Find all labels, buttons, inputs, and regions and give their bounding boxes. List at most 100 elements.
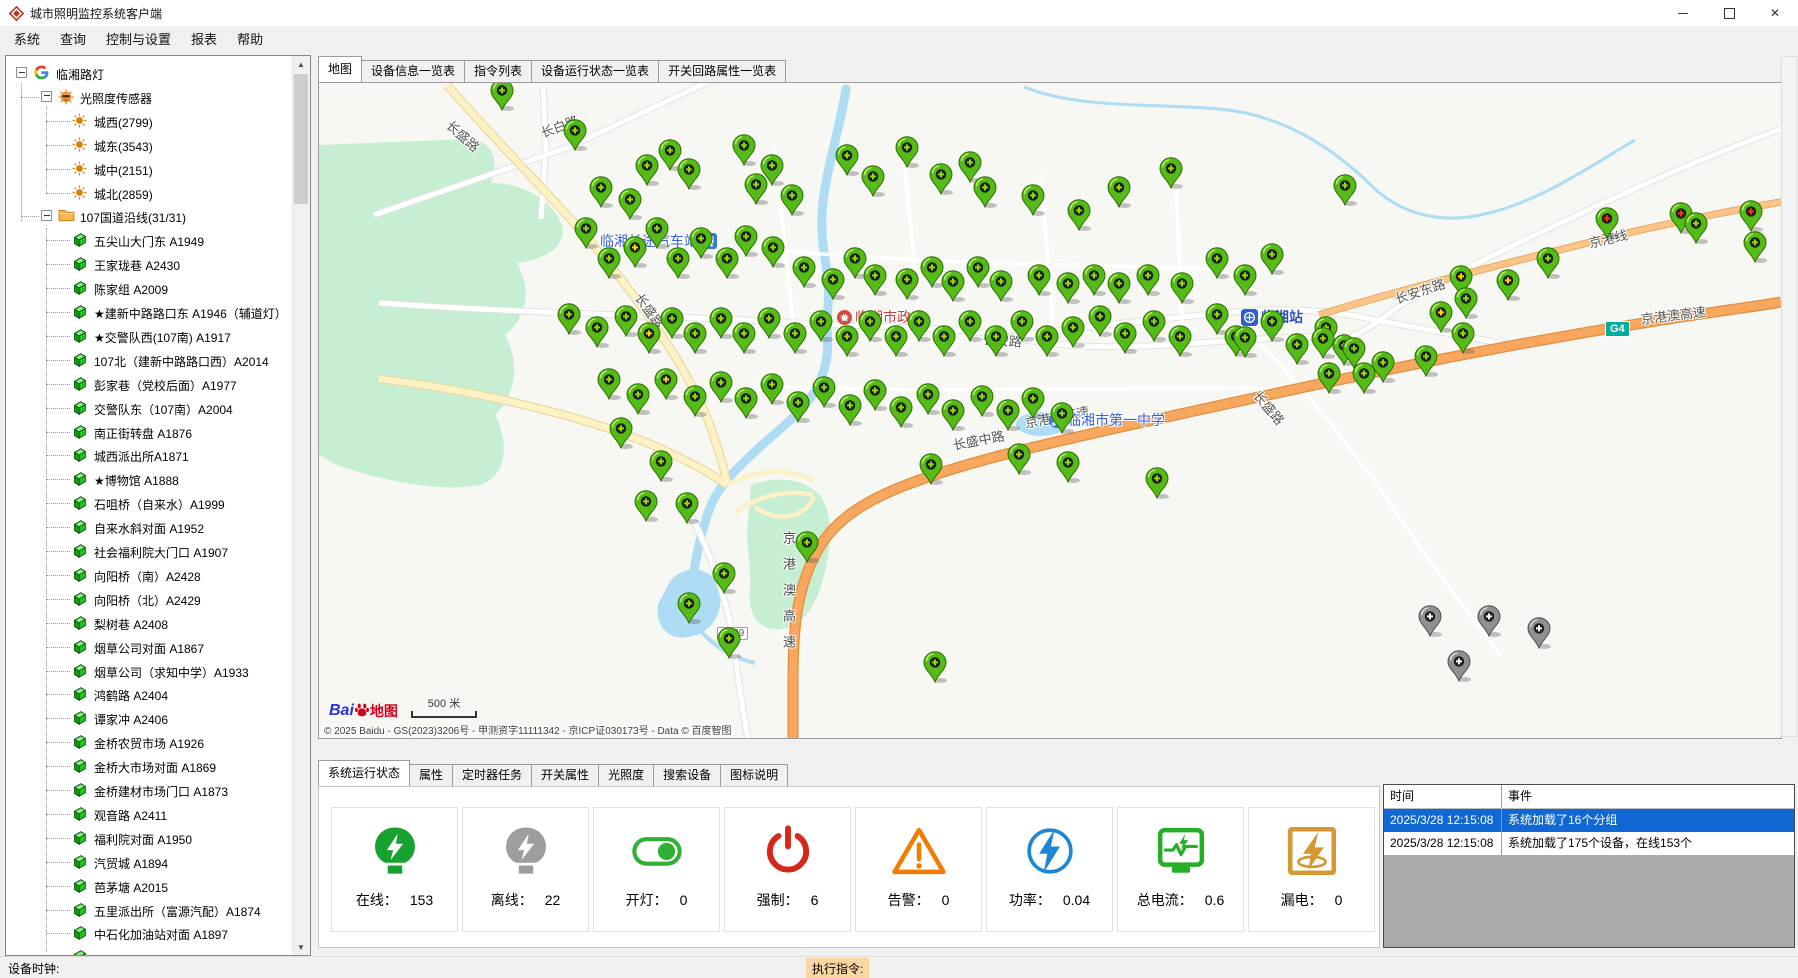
device-pin[interactable]: [585, 316, 609, 348]
tree-item[interactable]: 社会福利院大门口 A1907: [6, 539, 293, 563]
device-pin[interactable]: [1088, 305, 1112, 337]
tree-item[interactable]: 彭家巷（党校后面）A1977: [6, 372, 293, 396]
device-pin[interactable]: [1233, 264, 1257, 296]
tree-vertical-scrollbar[interactable]: ▲ ▼: [292, 56, 310, 955]
tree-item[interactable]: ★博物馆 A1888: [6, 467, 293, 491]
device-pin[interactable]: [1136, 264, 1160, 296]
tree-item[interactable]: 城东(3543): [6, 133, 293, 157]
device-pin[interactable]: [623, 236, 647, 268]
device-pin[interactable]: [574, 217, 598, 249]
device-pin[interactable]: [858, 310, 882, 342]
device-pin[interactable]: [618, 188, 642, 220]
device-pin[interactable]: [1021, 387, 1045, 419]
device-pin[interactable]: [809, 310, 833, 342]
tab-bottom-4[interactable]: 光照度: [598, 764, 654, 786]
tree-item[interactable]: 向阳桥（南）A2428: [6, 563, 293, 587]
device-pin[interactable]: [654, 368, 678, 400]
device-pin[interactable]: [1027, 264, 1051, 296]
device-pin[interactable]: [1684, 212, 1708, 244]
device-pin[interactable]: [589, 176, 613, 208]
device-pin[interactable]: [1107, 176, 1131, 208]
device-pin[interactable]: [821, 268, 845, 300]
tree-item[interactable]: 南正街转盘 A1876: [6, 420, 293, 444]
device-pin[interactable]: [734, 387, 758, 419]
device-pin[interactable]: [634, 490, 658, 522]
menu-item-3[interactable]: 报表: [181, 26, 227, 54]
device-pin[interactable]: [786, 391, 810, 423]
device-pin[interactable]: [1010, 310, 1034, 342]
device-pin[interactable]: [744, 173, 768, 205]
device-pin[interactable]: [649, 450, 673, 482]
tree-item[interactable]: 107北（建新中路路口西）A2014: [6, 348, 293, 372]
device-pin[interactable]: [683, 385, 707, 417]
tree-item[interactable]: 福利院对面 A1950: [6, 826, 293, 850]
device-pin[interactable]: [1260, 243, 1284, 275]
device-pin[interactable]: [966, 256, 990, 288]
device-pin-alarm[interactable]: [1595, 207, 1619, 239]
device-pin[interactable]: [1168, 325, 1192, 357]
tab-map-view-2[interactable]: 指令列表: [464, 60, 532, 82]
device-pin[interactable]: [838, 394, 862, 426]
device-pin[interactable]: [780, 184, 804, 216]
device-pin[interactable]: [1233, 326, 1257, 358]
device-pin[interactable]: [907, 310, 931, 342]
tree-item[interactable]: 谭家冲 A2406: [6, 706, 293, 730]
device-pin[interactable]: [635, 154, 659, 186]
tree-item[interactable]: 烟草公司对面 A1867: [6, 635, 293, 659]
scroll-down-icon[interactable]: ▼: [293, 939, 309, 955]
map-panel[interactable]: 长白路长盛路长盛路长安路长安东路长盛中路京港澳高速长盛路京港线京港澳高速京港澳高…: [318, 82, 1782, 739]
device-pin[interactable]: [916, 383, 940, 415]
device-pin-offline[interactable]: [1477, 605, 1501, 637]
tree-item[interactable]: ★建新中路路口东 A1946（辅道灯）: [6, 300, 293, 324]
device-pin[interactable]: [884, 325, 908, 357]
device-pin[interactable]: [677, 158, 701, 190]
device-pin-offline[interactable]: [1447, 650, 1471, 682]
device-pin[interactable]: [689, 227, 713, 259]
tree-item[interactable]: 107国道沿线(31/31): [6, 204, 293, 228]
tree-item[interactable]: 城西(2799): [6, 109, 293, 133]
device-pin[interactable]: [709, 307, 733, 339]
device-pin[interactable]: [1142, 310, 1166, 342]
tree-item[interactable]: 向阳桥（北）A2429: [6, 587, 293, 611]
minimize-button[interactable]: [1660, 0, 1706, 26]
device-pin[interactable]: [712, 562, 736, 594]
device-pin[interactable]: [683, 322, 707, 354]
tab-map-view-3[interactable]: 设备运行状态一览表: [531, 60, 659, 82]
device-pin[interactable]: [637, 322, 661, 354]
device-pin[interactable]: [715, 247, 739, 279]
device-pin[interactable]: [919, 453, 943, 485]
device-pin[interactable]: [1285, 333, 1309, 365]
collapse-toggle-icon[interactable]: [41, 91, 52, 102]
tree-item[interactable]: 金桥农贸市场 A1926: [6, 730, 293, 754]
device-pin[interactable]: [895, 136, 919, 168]
event-log-row[interactable]: 2025/3/28 12:15:08系统加载了16个分组: [1384, 809, 1794, 832]
device-pin[interactable]: [677, 592, 701, 624]
device-pin[interactable]: [1496, 269, 1520, 301]
device-pin[interactable]: [1021, 184, 1045, 216]
tree-item[interactable]: 金桥建材市场门口 A1873: [6, 778, 293, 802]
device-pin[interactable]: [923, 651, 947, 683]
tree-item[interactable]: 王家珑巷 A2430: [6, 252, 293, 276]
device-pin[interactable]: [597, 247, 621, 279]
device-pin[interactable]: [861, 165, 885, 197]
device-pin[interactable]: [1333, 174, 1357, 206]
device-pin[interactable]: [645, 217, 669, 249]
tree-item[interactable]: 五尖山大门东 A1949: [6, 228, 293, 252]
device-pin[interactable]: [863, 379, 887, 411]
device-pin[interactable]: [626, 383, 650, 415]
device-pin[interactable]: [812, 376, 836, 408]
tab-map-view-0[interactable]: 地图: [318, 56, 362, 82]
device-pin[interactable]: [795, 531, 819, 563]
device-pin[interactable]: [1061, 316, 1085, 348]
tab-map-view-4[interactable]: 开关回路属性一览表: [658, 60, 786, 82]
tree-item[interactable]: 汽贸城 A1894: [6, 850, 293, 874]
scroll-up-icon[interactable]: ▲: [293, 56, 309, 72]
device-pin[interactable]: [1352, 362, 1376, 394]
tree-item[interactable]: ★交警队西(107南) A1917: [6, 324, 293, 348]
device-pin[interactable]: [761, 236, 785, 268]
device-pin-alarm[interactable]: [1739, 200, 1763, 232]
device-pin[interactable]: [1082, 264, 1106, 296]
tab-bottom-2[interactable]: 定时器任务: [452, 764, 532, 786]
tab-map-view-1[interactable]: 设备信息一览表: [361, 60, 465, 82]
menu-item-2[interactable]: 控制与设置: [96, 26, 181, 54]
